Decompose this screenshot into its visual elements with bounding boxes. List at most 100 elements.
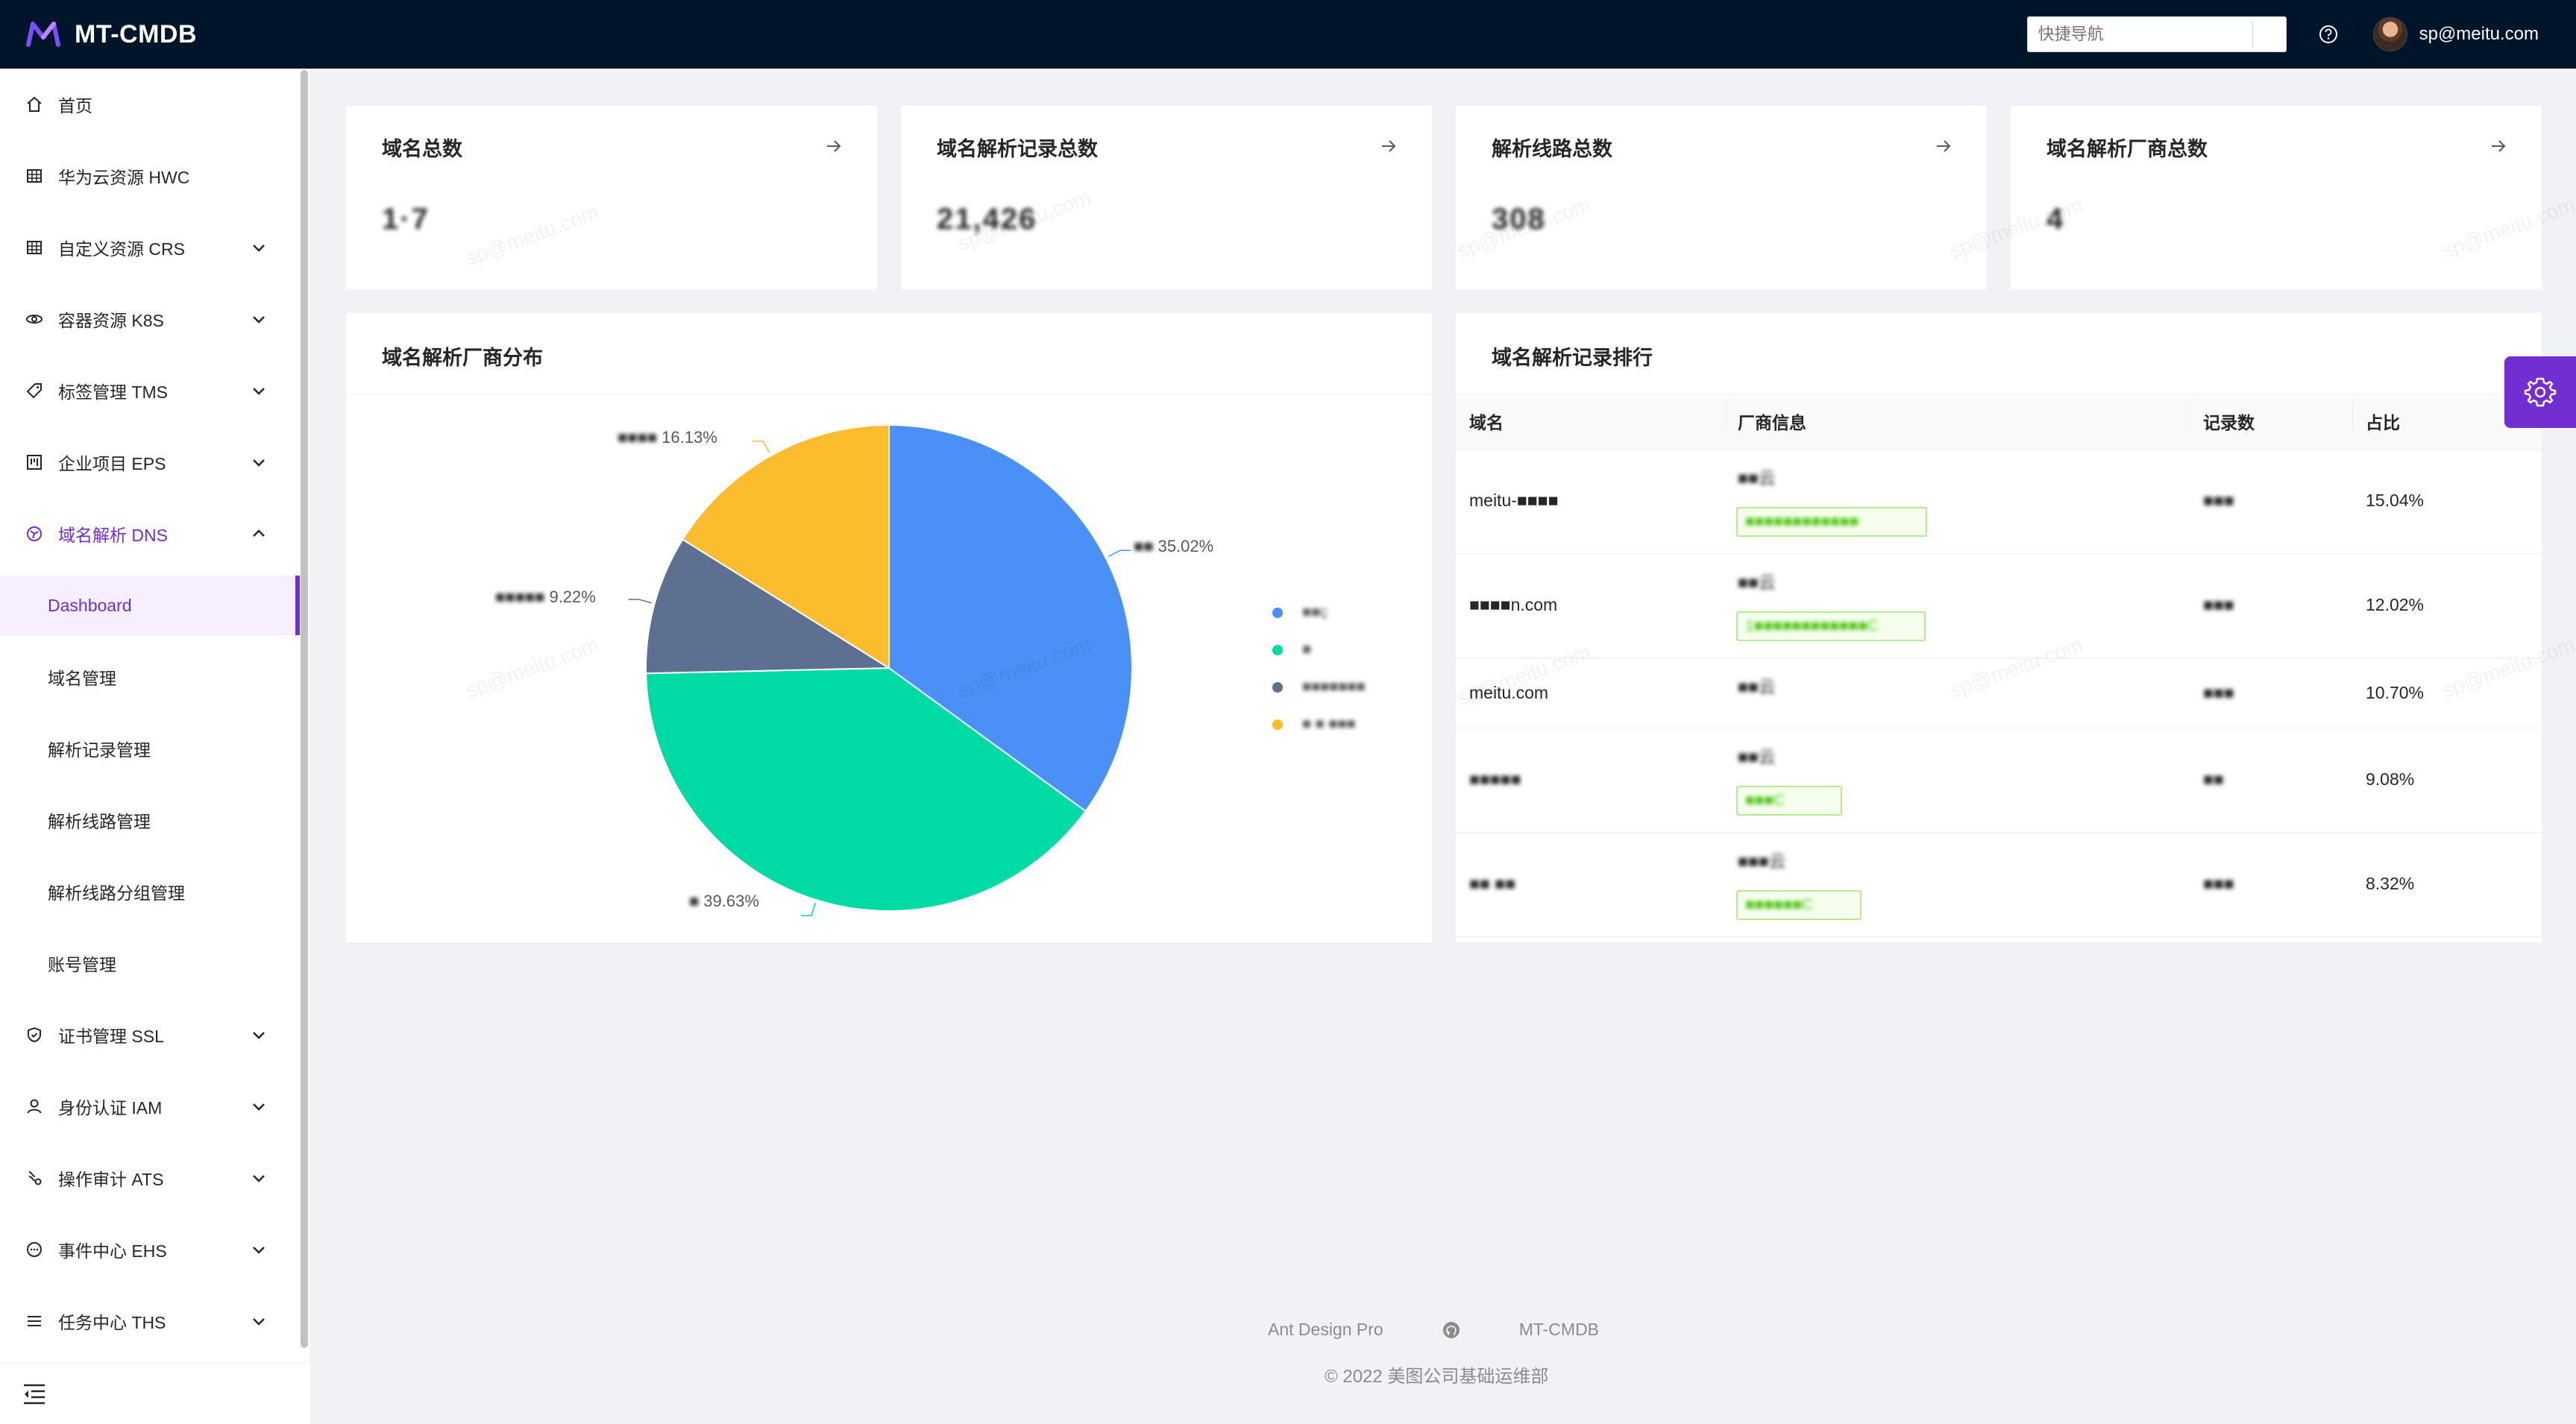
arrow-right-icon[interactable] xyxy=(823,136,844,157)
sidebar-item-ssl[interactable]: 证书管理 SSL xyxy=(0,1008,298,1062)
sidebar-item-eps[interactable]: 企业项目 EPS xyxy=(0,435,298,489)
menu-fold-icon[interactable] xyxy=(22,1383,46,1405)
col-header-vendor: 厂商信息 xyxy=(1738,413,1806,432)
sidebar-item-label: 操作审计 ATS xyxy=(58,1170,164,1189)
pie-label-1: ■ 39.63% xyxy=(689,892,759,910)
footer-copyright: © 2022 美图公司基础运维部 xyxy=(1325,1367,1549,1387)
stat-title: 域名解析厂商总数 xyxy=(2046,138,2208,160)
pie-label-0: ■■ 35.02% xyxy=(1134,537,1214,555)
stat-title: 解析线路总数 xyxy=(1492,138,1612,160)
cell-domain: ■■■■■ xyxy=(1469,769,1521,789)
cell-pct: 8.32% xyxy=(2366,874,2415,893)
sidebar-item-tms[interactable]: 标签管理 TMS xyxy=(0,364,298,418)
chevron-down-icon xyxy=(253,316,265,324)
logo-icon xyxy=(26,22,60,47)
pie-label-2: ■■■■■ 9.22% xyxy=(495,587,596,606)
chevron-down-icon xyxy=(253,1103,265,1111)
question-circle-icon[interactable] xyxy=(2318,24,2339,45)
sidebar-subitem-lines[interactable]: 解析线路管理 xyxy=(0,790,300,850)
sidebar-scrollbar[interactable] xyxy=(301,70,308,1348)
col-header-count: 记录数 xyxy=(2203,413,2255,432)
arrow-right-icon[interactable] xyxy=(1933,136,1954,157)
sidebar-item-label: 首页 xyxy=(58,96,92,116)
legend-item-1[interactable]: ■ xyxy=(1272,641,1311,658)
chevron-up-icon xyxy=(253,529,265,537)
arrow-right-icon[interactable] xyxy=(2488,136,2509,157)
pie-leader-0 xyxy=(1108,549,1131,558)
table-icon xyxy=(24,237,45,258)
audit-icon xyxy=(24,1168,45,1188)
legend-item-0[interactable]: ■■ç xyxy=(1272,604,1328,621)
footer-link-ant-design[interactable]: Ant Design Pro xyxy=(1268,1320,1383,1340)
arrow-right-icon[interactable] xyxy=(1378,136,1399,157)
vendor-tag: ■■■C xyxy=(1736,786,1842,816)
col-header-pct: 占比 xyxy=(2366,413,2400,432)
app-title: MT-CMDB xyxy=(75,19,198,48)
chevron-down-icon xyxy=(253,388,265,395)
quick-nav-select[interactable] xyxy=(2026,16,2287,52)
chevron-down-icon xyxy=(253,1032,265,1039)
sidebar-item-ths[interactable]: 任务中心 THS xyxy=(0,1294,298,1348)
gear-icon xyxy=(2524,377,2557,407)
vendor-tag: ■■■■■■C xyxy=(1736,890,1862,920)
row-divider xyxy=(1456,936,2542,937)
sidebar-item-k8s[interactable]: 容器资源 K8S xyxy=(0,292,298,346)
cell-count: ■■ xyxy=(2203,769,2224,789)
col-separator xyxy=(2352,401,2353,431)
legend-item-2[interactable]: ■■■■■■■ xyxy=(1272,678,1366,696)
table-icon xyxy=(24,166,45,186)
row-divider xyxy=(1456,832,2542,833)
sidebar-subitem-records[interactable]: 解析记录管理 xyxy=(0,719,300,778)
chevron-down-icon xyxy=(253,1175,265,1182)
cell-vendor: ■■云 xyxy=(1738,677,1776,696)
chevron-down-icon xyxy=(253,459,265,467)
stat-card-records[interactable]: 域名解析记录总数 21,426 xyxy=(901,106,1432,289)
quick-nav-divider xyxy=(2252,20,2253,48)
chevron-down-icon xyxy=(253,1318,265,1326)
pie-leader-2 xyxy=(628,599,652,604)
cell-domain: ■■■■n.com xyxy=(1469,595,1558,614)
github-icon[interactable] xyxy=(1442,1320,1461,1340)
sidebar-subitem-line-groups[interactable]: 解析线路分组管理 xyxy=(0,862,300,921)
col-separator xyxy=(1726,401,1727,431)
sidebar-subitem-domains[interactable]: 域名管理 xyxy=(0,647,300,707)
cell-count: ■■■ xyxy=(2203,874,2234,893)
cell-domain: meitu-■■■■ xyxy=(1469,491,1559,510)
dns-icon xyxy=(24,523,45,544)
vendor-tag: 1■■■■■■■■■■■■C xyxy=(1736,611,1926,641)
stat-title: 域名解析记录总数 xyxy=(937,138,1098,160)
sidebar-item-hwc[interactable]: 华为云资源 HWC xyxy=(0,149,298,203)
stat-card-vendors[interactable]: 域名解析厂商总数 4 xyxy=(2011,106,2542,289)
sidebar-item-iam[interactable]: 身份认证 IAM xyxy=(0,1080,298,1133)
sidebar-item-ats[interactable]: 操作审计 ATS xyxy=(0,1151,298,1205)
quick-nav-input[interactable] xyxy=(2027,17,2252,51)
cell-vendor: ■■云 xyxy=(1738,573,1776,592)
cloud-icon xyxy=(24,309,45,330)
legend-item-3[interactable]: ■ ■ ■■■ xyxy=(1272,716,1356,733)
user-icon xyxy=(24,1096,45,1117)
project-icon xyxy=(24,452,45,473)
sidebar: 首页 华为云资源 HWC 自定义资源 CRS 容器资源 K8S 标签管理 TMS… xyxy=(0,69,310,1424)
stat-card-lines[interactable]: 解析线路总数 308 xyxy=(1456,106,1987,289)
footer-link-mt-cmdb[interactable]: MT-CMDB xyxy=(1519,1320,1599,1340)
sidebar-item-label: 身份认证 IAM xyxy=(58,1098,163,1118)
sidebar-subitem-accounts[interactable]: 账号管理 xyxy=(0,933,300,993)
row-divider xyxy=(1456,553,2542,554)
sidebar-item-crs[interactable]: 自定义资源 CRS xyxy=(0,221,298,274)
sidebar-item-label: 任务中心 THS xyxy=(58,1313,166,1332)
avatar[interactable] xyxy=(2372,17,2407,51)
sidebar-item-label: 企业项目 EPS xyxy=(58,454,166,473)
user-name[interactable]: sp@meitu.com xyxy=(2419,24,2539,45)
stat-card-domains[interactable]: 域名总数 1·7 xyxy=(346,106,877,289)
sidebar-item-ehs[interactable]: 事件中心 EHS xyxy=(0,1223,298,1276)
sidebar-subitem-dashboard[interactable]: Dashboard xyxy=(0,576,300,635)
stat-title: 域名总数 xyxy=(382,138,462,160)
sidebar-item-dns[interactable]: 域名解析 DNS xyxy=(0,507,298,561)
shield-icon xyxy=(24,1024,45,1045)
cell-count: ■■■ xyxy=(2203,491,2234,510)
logo[interactable]: MT-CMDB xyxy=(25,16,197,52)
sidebar-item-home[interactable]: 首页 xyxy=(0,78,298,131)
vendor-tag: ■■■■■■■■■■■■ xyxy=(1736,507,1927,537)
setting-drawer-button[interactable] xyxy=(2504,356,2576,428)
pie-chart xyxy=(628,423,1133,916)
